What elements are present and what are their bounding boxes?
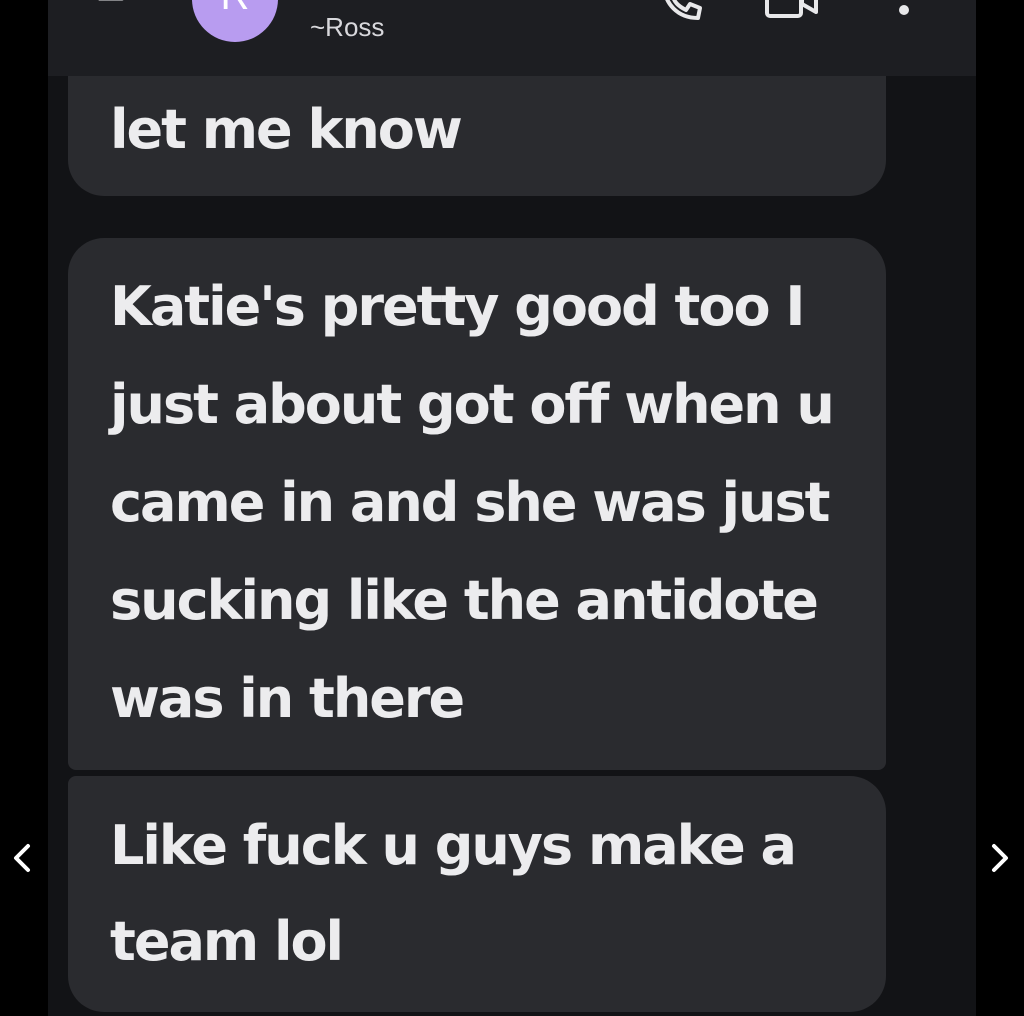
image-viewer: R ~Ross let me know Katie's pretty good …	[0, 0, 1024, 1016]
message-bubble[interactable]: let me know	[68, 76, 886, 196]
avatar[interactable]: R	[192, 0, 278, 42]
video-camera-icon[interactable]	[764, 0, 820, 20]
conversation-header: R ~Ross	[48, 0, 976, 76]
message-bubble[interactable]: Katie's pretty good too I just about got…	[68, 238, 886, 770]
contact-name[interactable]: ~Ross	[310, 10, 384, 44]
back-arrow-icon[interactable]	[92, 0, 142, 28]
more-vertical-icon[interactable]	[894, 0, 914, 22]
chevron-left-icon[interactable]	[8, 838, 36, 878]
message-bubble[interactable]: Like fuck u guys make a team lol	[68, 776, 886, 1012]
chevron-right-icon[interactable]	[986, 838, 1014, 878]
chat-screen: R ~Ross let me know Katie's pretty good …	[48, 0, 976, 1016]
phone-icon[interactable]	[660, 0, 704, 22]
